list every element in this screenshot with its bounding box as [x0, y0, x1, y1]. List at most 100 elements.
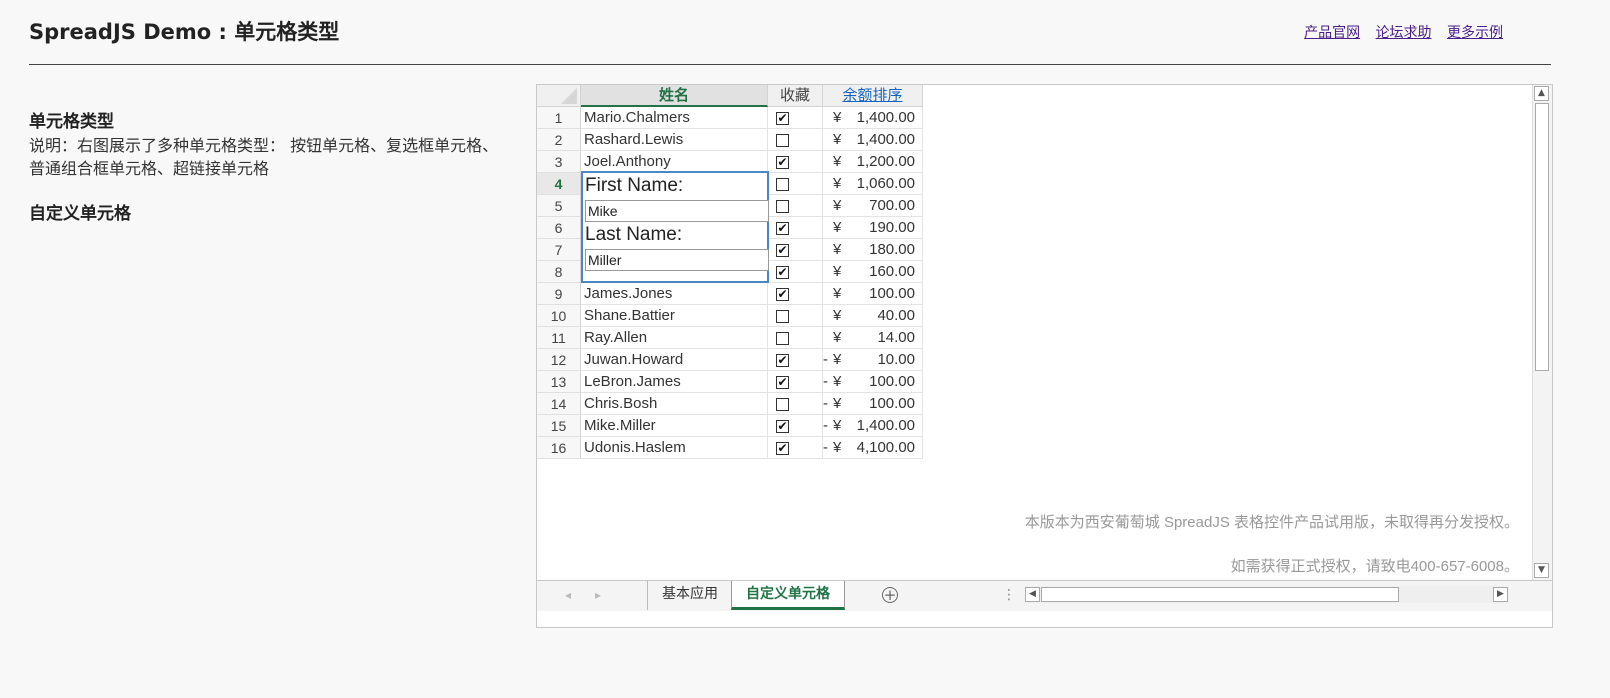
- favorite-checkbox[interactable]: ✔: [776, 222, 789, 235]
- vertical-scrollbar[interactable]: ▲ ▼: [1532, 85, 1552, 580]
- row-header[interactable]: 10: [537, 305, 581, 327]
- row-header[interactable]: 16: [537, 437, 581, 459]
- name-cell[interactable]: Shane.Battier: [581, 305, 768, 327]
- favorite-checkbox[interactable]: ✔: [776, 244, 789, 257]
- balance-cell[interactable]: - ¥4,100.00: [823, 437, 923, 459]
- link-more-demos[interactable]: 更多示例: [1447, 25, 1503, 41]
- balance-cell[interactable]: ¥190.00: [823, 217, 923, 239]
- favorite-cell[interactable]: ✔: [768, 261, 823, 283]
- name-cell[interactable]: Chris.Bosh: [581, 393, 768, 415]
- tab-nav-prev-icon[interactable]: ◂: [565, 588, 571, 602]
- favorite-cell[interactable]: [768, 195, 823, 217]
- name-cell[interactable]: Ray.Allen: [581, 327, 768, 349]
- name-cell[interactable]: LeBron.James: [581, 371, 768, 393]
- favorite-checkbox[interactable]: ✔: [776, 266, 789, 279]
- favorite-cell[interactable]: ✔: [768, 437, 823, 459]
- horizontal-scrollbar[interactable]: ◀ ▶: [1025, 586, 1509, 603]
- favorite-checkbox[interactable]: [776, 332, 789, 345]
- name-cell[interactable]: Mike.Miller: [581, 415, 768, 437]
- row-header[interactable]: 2: [537, 129, 581, 151]
- row-header[interactable]: 3: [537, 151, 581, 173]
- name-cell[interactable]: Mario.Chalmers: [581, 107, 768, 129]
- favorite-cell[interactable]: ✔: [768, 217, 823, 239]
- balance-cell[interactable]: - ¥10.00: [823, 349, 923, 371]
- row-header[interactable]: 5: [537, 195, 581, 217]
- balance-cell[interactable]: ¥700.00: [823, 195, 923, 217]
- row-header[interactable]: 8: [537, 261, 581, 283]
- custom-cell-editor[interactable]: First Name: Mike Last Name: Miller: [581, 171, 769, 283]
- balance-cell[interactable]: ¥180.00: [823, 239, 923, 261]
- favorite-checkbox[interactable]: ✔: [776, 354, 789, 367]
- row-header[interactable]: 1: [537, 107, 581, 129]
- favorite-checkbox[interactable]: [776, 200, 789, 213]
- balance-cell[interactable]: ¥1,200.00: [823, 151, 923, 173]
- favorite-checkbox[interactable]: ✔: [776, 420, 789, 433]
- scroll-left-button[interactable]: ◀: [1025, 587, 1040, 602]
- sort-balance-link[interactable]: 余额排序: [842, 87, 902, 104]
- more-icon[interactable]: ⋮: [1002, 587, 1016, 603]
- favorite-checkbox[interactable]: ✔: [776, 288, 789, 301]
- last-name-input[interactable]: Miller: [585, 249, 769, 271]
- row-header[interactable]: 13: [537, 371, 581, 393]
- link-forum-help[interactable]: 论坛求助: [1376, 25, 1432, 41]
- sheet-corner[interactable]: [537, 85, 581, 107]
- favorite-cell[interactable]: ✔: [768, 151, 823, 173]
- column-header[interactable]: 收藏: [768, 85, 823, 107]
- spreadsheet[interactable]: 姓名 收藏 余额排序 1 Mario.Chalmers ✔ ¥1,400.00 2 Rashar…: [536, 84, 1553, 628]
- name-cell[interactable]: Joel.Anthony: [581, 151, 768, 173]
- favorite-cell[interactable]: [768, 129, 823, 151]
- favorite-cell[interactable]: ✔: [768, 415, 823, 437]
- balance-cell[interactable]: ¥100.00: [823, 283, 923, 305]
- favorite-cell[interactable]: ✔: [768, 349, 823, 371]
- balance-cell[interactable]: ¥1,060.00: [823, 173, 923, 195]
- favorite-cell[interactable]: ✔: [768, 239, 823, 261]
- row-header[interactable]: 7: [537, 239, 581, 261]
- favorite-checkbox[interactable]: ✔: [776, 442, 789, 455]
- favorite-cell[interactable]: [768, 305, 823, 327]
- favorite-checkbox[interactable]: [776, 178, 789, 191]
- column-header[interactable]: 姓名: [581, 85, 768, 107]
- name-cell[interactable]: Rashard.Lewis: [581, 129, 768, 151]
- favorite-checkbox[interactable]: ✔: [776, 156, 789, 169]
- vertical-scroll-thumb[interactable]: [1535, 103, 1549, 371]
- favorite-cell[interactable]: ✔: [768, 371, 823, 393]
- scroll-down-button[interactable]: ▼: [1534, 563, 1549, 578]
- favorite-cell[interactable]: ✔: [768, 107, 823, 129]
- tab-nav-next-icon[interactable]: ▸: [595, 588, 601, 602]
- favorite-cell[interactable]: [768, 393, 823, 415]
- row-header[interactable]: 11: [537, 327, 581, 349]
- add-sheet-icon[interactable]: +: [882, 587, 898, 603]
- row-header[interactable]: 4: [537, 173, 581, 195]
- favorite-checkbox[interactable]: ✔: [776, 376, 789, 389]
- favorite-checkbox[interactable]: [776, 398, 789, 411]
- name-cell[interactable]: James.Jones: [581, 283, 768, 305]
- name-cell[interactable]: Udonis.Haslem: [581, 437, 768, 459]
- balance-cell[interactable]: ¥40.00: [823, 305, 923, 327]
- favorite-checkbox[interactable]: [776, 310, 789, 323]
- balance-cell[interactable]: ¥1,400.00: [823, 129, 923, 151]
- link-product-site[interactable]: 产品官网: [1304, 25, 1360, 41]
- balance-cell[interactable]: - ¥1,400.00: [823, 415, 923, 437]
- horizontal-scroll-thumb[interactable]: [1041, 587, 1399, 602]
- favorite-checkbox[interactable]: ✔: [776, 112, 789, 125]
- column-header[interactable]: 余额排序: [823, 85, 923, 107]
- tab-basic[interactable]: 基本应用: [647, 581, 732, 610]
- balance-cell[interactable]: ¥1,400.00: [823, 107, 923, 129]
- favorite-cell[interactable]: ✔: [768, 283, 823, 305]
- first-name-input[interactable]: Mike: [585, 200, 769, 222]
- favorite-cell[interactable]: [768, 327, 823, 349]
- name-cell[interactable]: Juwan.Howard: [581, 349, 768, 371]
- row-header[interactable]: 6: [537, 217, 581, 239]
- favorite-cell[interactable]: [768, 173, 823, 195]
- row-header[interactable]: 12: [537, 349, 581, 371]
- balance-cell[interactable]: ¥160.00: [823, 261, 923, 283]
- tab-custom-cell[interactable]: 自定义单元格: [731, 581, 845, 610]
- row-header[interactable]: 15: [537, 415, 581, 437]
- balance-cell[interactable]: - ¥100.00: [823, 393, 923, 415]
- row-header[interactable]: 9: [537, 283, 581, 305]
- favorite-checkbox[interactable]: [776, 134, 789, 147]
- scroll-up-button[interactable]: ▲: [1534, 86, 1549, 101]
- scroll-right-button[interactable]: ▶: [1493, 587, 1508, 602]
- balance-cell[interactable]: - ¥100.00: [823, 371, 923, 393]
- balance-cell[interactable]: ¥14.00: [823, 327, 923, 349]
